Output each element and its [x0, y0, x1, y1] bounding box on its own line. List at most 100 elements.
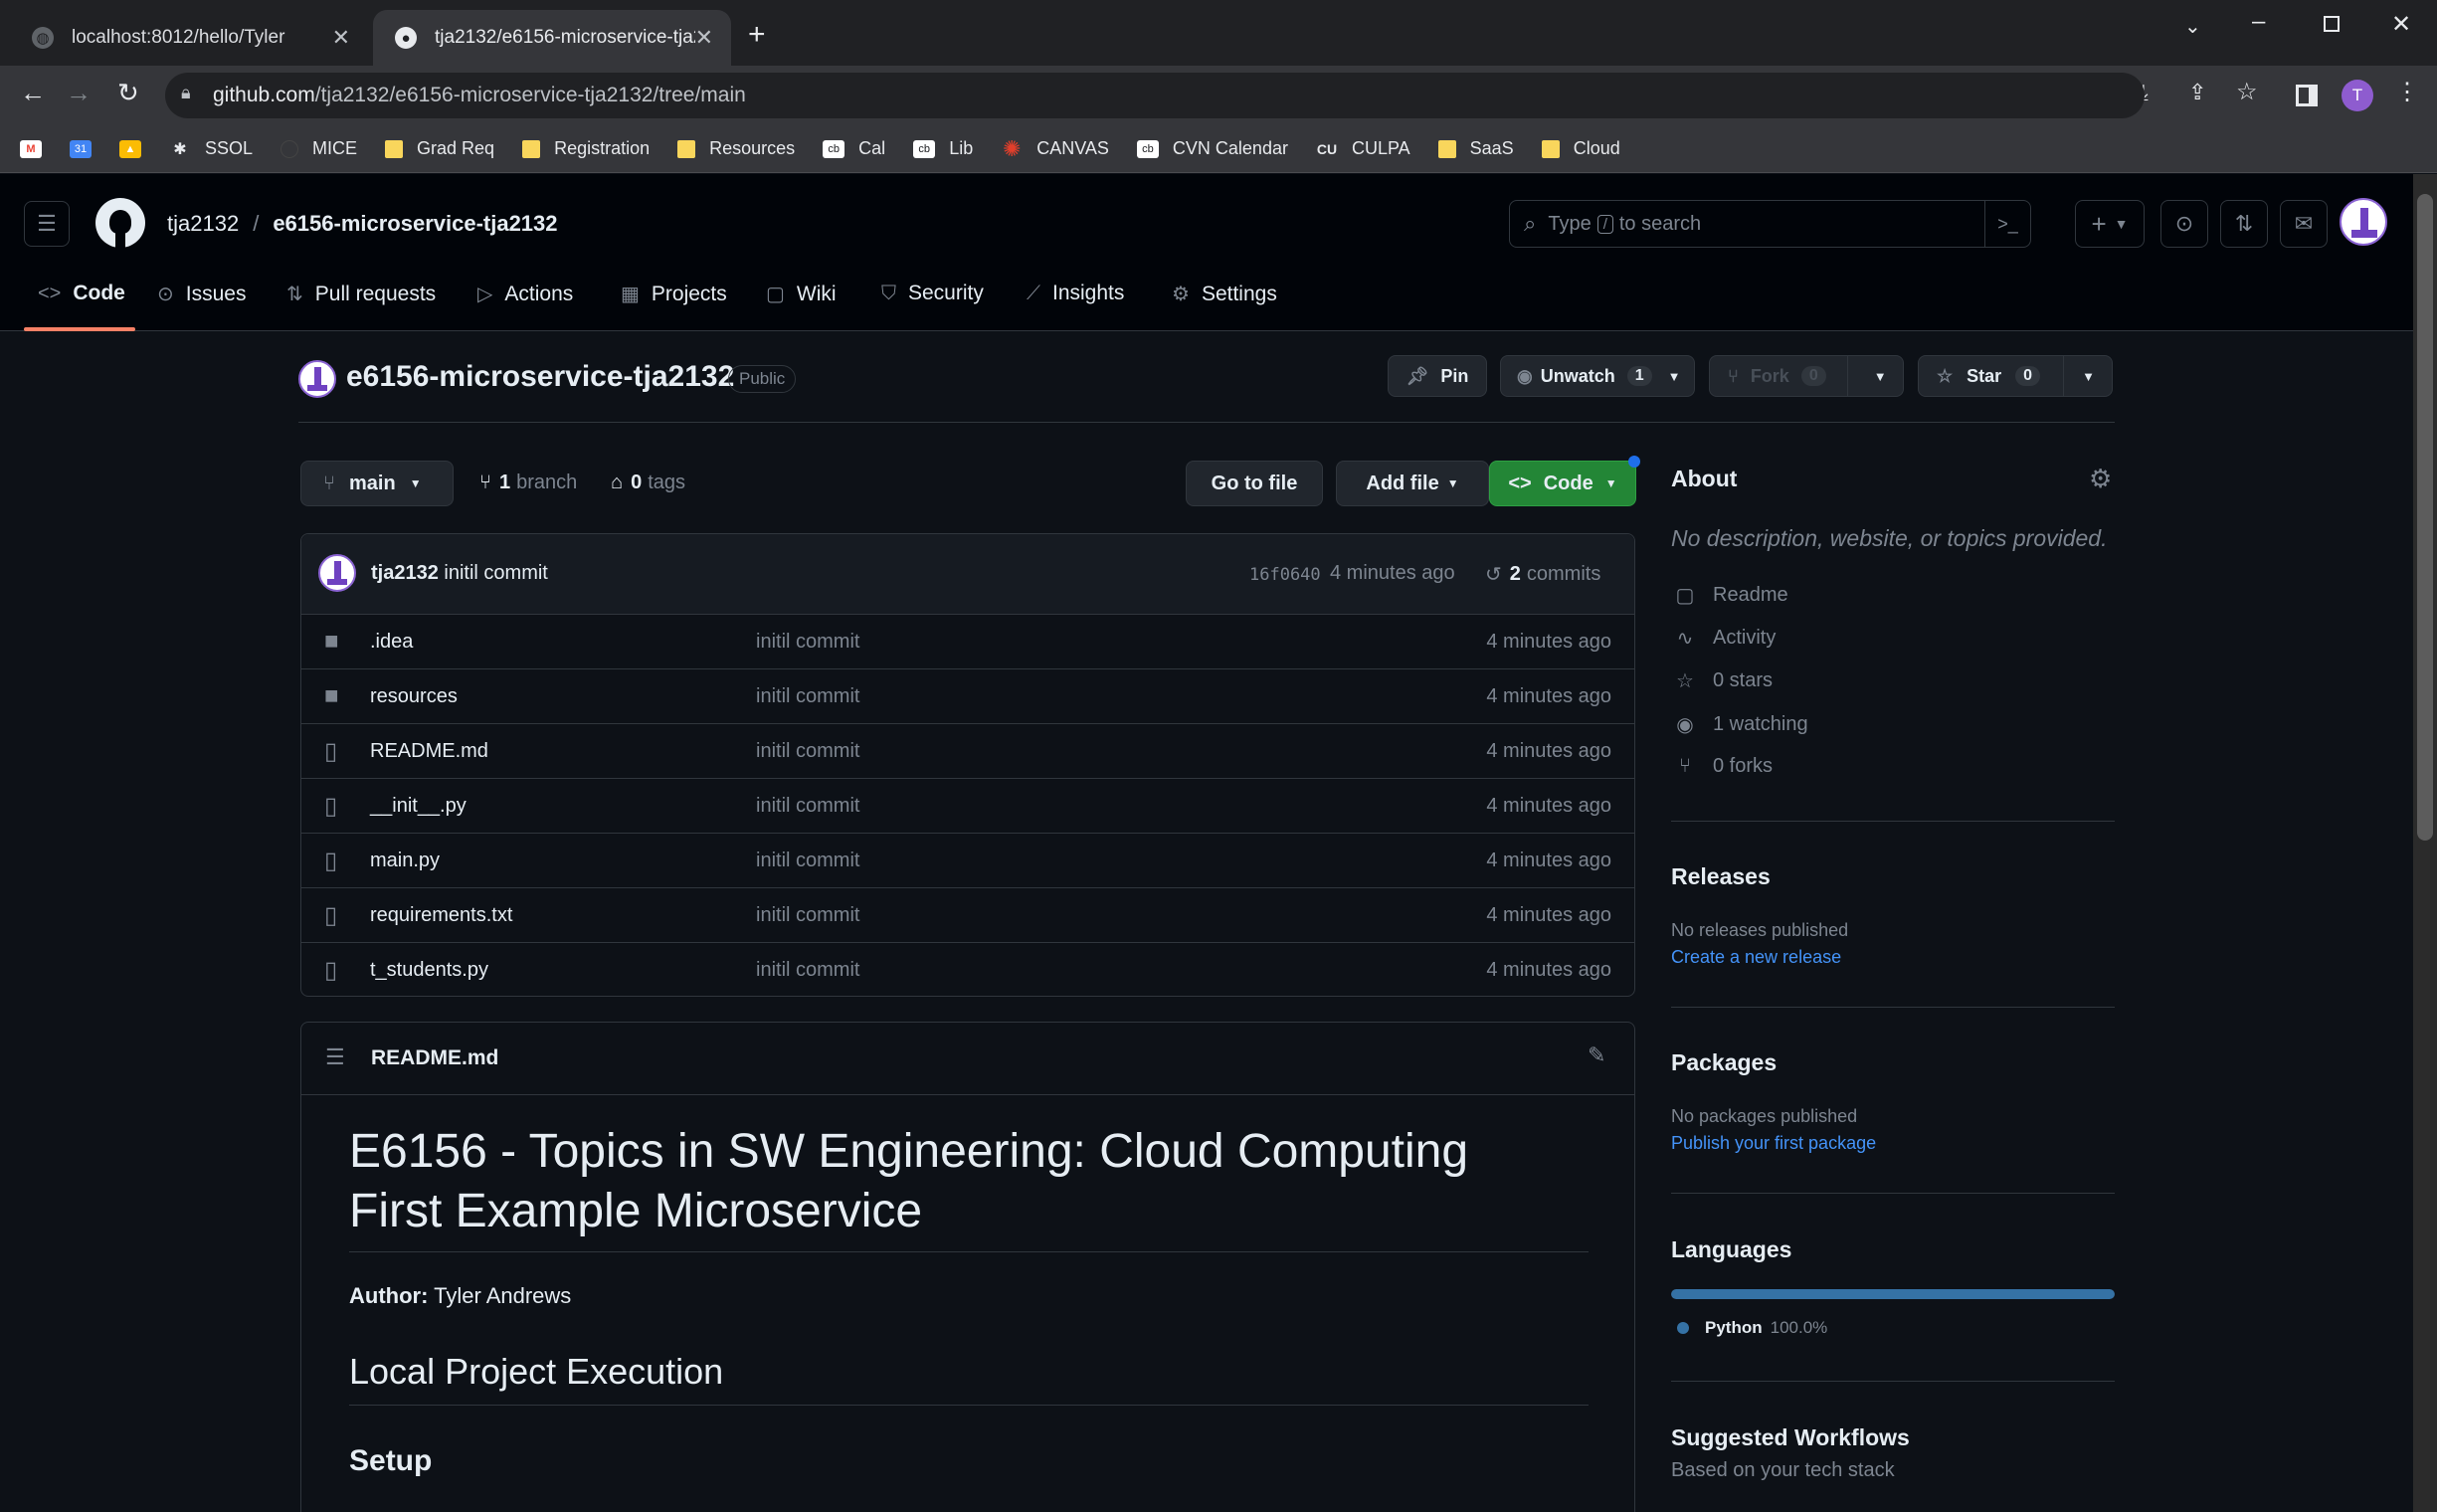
tag-icon: ⌂	[611, 472, 624, 493]
tab-security[interactable]: ⛉ Security	[881, 282, 984, 305]
hamburger-menu-icon[interactable]: ☰	[24, 201, 70, 247]
bookmark-culpa[interactable]: CU CULPA	[1316, 138, 1410, 159]
commit-sha[interactable]: 16f0640	[1249, 565, 1321, 585]
commit-message[interactable]: initil commit	[444, 562, 547, 584]
back-icon[interactable]: ←	[20, 78, 46, 108]
stars-link[interactable]: ☆ 0 stars	[1671, 668, 1773, 693]
search-input[interactable]: ⌕ Type / to search >_	[1509, 200, 2031, 248]
maximize-icon[interactable]	[2324, 16, 2340, 32]
tab-issues[interactable]: ⊙ Issues	[157, 282, 246, 306]
add-file-button[interactable]: Add file ▼	[1336, 461, 1489, 506]
url-path: /tja2132/e6156-microservice-tja2132/tree…	[314, 84, 746, 106]
fork-button[interactable]: ⑂ Fork 0 ▼	[1709, 355, 1904, 397]
share-icon[interactable]: ⇪	[2188, 80, 2206, 105]
commit-author[interactable]: tja2132	[371, 562, 439, 584]
gear-icon[interactable]: ⚙	[2089, 464, 2112, 494]
pin-button[interactable]: 📌︎ Pin	[1388, 355, 1487, 397]
tab-insights[interactable]: ⟋ Insights	[1027, 282, 1124, 305]
forward-icon[interactable]: →	[66, 78, 92, 108]
bookmarks-bar: M 31 ▲ ✱ SSOL MICE Grad Req Registration …	[0, 125, 2437, 173]
inbox-icon[interactable]: ✉	[2280, 200, 2328, 248]
bookmark-canvas[interactable]: ✺ CANVAS	[1001, 136, 1109, 161]
bookmark-saas[interactable]: SaaS	[1437, 138, 1514, 159]
pull-requests-icon[interactable]: ⇅	[2220, 200, 2268, 248]
divider	[349, 1405, 1589, 1406]
commit-author-avatar	[318, 554, 356, 592]
bookmark-cloud[interactable]: Cloud	[1541, 138, 1620, 159]
unwatch-button[interactable]: ◉ Unwatch 1 ▼	[1500, 355, 1695, 397]
bookmark-cvn-calendar[interactable]: cb CVN Calendar	[1136, 138, 1288, 159]
bookmark-resources[interactable]: Resources	[677, 138, 795, 159]
create-new-button[interactable]: + ▼	[2075, 200, 2145, 248]
close-tab-icon[interactable]: ✕	[695, 25, 713, 51]
bookmark-gmail[interactable]: M	[20, 139, 42, 158]
shield-icon: ⛉	[881, 282, 896, 304]
tab-projects[interactable]: ▦ Projects	[621, 282, 727, 306]
close-window-icon[interactable]: ✕	[2391, 10, 2411, 39]
file-row[interactable]: ■ resources initil commit 4 minutes ago	[300, 668, 1635, 723]
issues-icon[interactable]: ⊙	[2160, 200, 2208, 248]
code-button[interactable]: <> Code ▼	[1489, 461, 1636, 506]
bookmark-lib[interactable]: cb Lib	[913, 138, 973, 159]
tags-link[interactable]: ⌂ 0 tags	[611, 472, 685, 494]
language-python[interactable]: Python 100.0%	[1677, 1318, 1827, 1338]
command-palette-icon[interactable]: >_	[1984, 201, 2030, 247]
new-tab-icon[interactable]: +	[748, 18, 766, 52]
scrollbar-thumb[interactable]	[2417, 194, 2433, 841]
tab-code[interactable]: <> Code	[38, 282, 125, 305]
commits-link[interactable]: ↺ 2 commits	[1485, 562, 1600, 587]
notification-dot	[1628, 456, 1640, 468]
reload-icon[interactable]: ↻	[117, 78, 139, 108]
publish-package-link[interactable]: Publish your first package	[1671, 1133, 1876, 1154]
bookmark-keep[interactable]: ▲	[119, 139, 141, 158]
pencil-icon[interactable]: ✎	[1588, 1042, 1605, 1068]
close-tab-icon[interactable]: ✕	[332, 25, 350, 51]
file-row[interactable]: ▯ t_students.py initil commit 4 minutes ago	[300, 942, 1635, 997]
github-logo-icon[interactable]	[95, 198, 145, 248]
file-row[interactable]: ▯ requirements.txt initil commit 4 minutes …	[300, 887, 1635, 942]
list-icon[interactable]: ☰	[325, 1044, 345, 1070]
side-panel-icon[interactable]	[2296, 85, 2318, 106]
tab-wiki[interactable]: ▢ Wiki	[766, 282, 837, 306]
readme-filename[interactable]: README.md	[371, 1046, 498, 1070]
bookmark-grad-req[interactable]: Grad Req	[385, 138, 494, 159]
browser-tab-localhost[interactable]: ◍ localhost:8012/hello/Tyler ✕	[10, 10, 368, 66]
tab-settings[interactable]: ⚙ Settings	[1172, 282, 1277, 306]
browser-tab-bar: ◍ localhost:8012/hello/Tyler ✕ ● tja2132…	[0, 0, 2437, 66]
tab-pull-requests[interactable]: ⇅ Pull requests	[286, 282, 436, 306]
activity-link[interactable]: ∿ Activity	[1671, 626, 1777, 651]
tab-actions[interactable]: ▷ Actions	[477, 282, 573, 306]
user-avatar[interactable]	[2340, 198, 2387, 246]
packages-title[interactable]: Packages	[1671, 1049, 1777, 1076]
browser-menu-icon[interactable]: ⋮	[2395, 78, 2419, 106]
star-button[interactable]: ☆ Star 0 ▼	[1918, 355, 2113, 397]
watching-link[interactable]: ◉ 1 watching	[1671, 712, 1807, 737]
language-bar-python	[1671, 1289, 2115, 1299]
bookmark-ssol[interactable]: ✱ SSOL	[169, 138, 253, 159]
bookmark-mice[interactable]: MICE	[281, 138, 357, 159]
bookmark-cal[interactable]: cb Cal	[823, 138, 885, 159]
profile-avatar[interactable]: T	[2342, 80, 2373, 111]
branch-select-button[interactable]: ⑂ main ▼	[300, 461, 454, 506]
file-row[interactable]: ▯ main.py initil commit 4 minutes ago	[300, 833, 1635, 887]
create-release-link[interactable]: Create a new release	[1671, 947, 1841, 968]
file-row[interactable]: ▯ __init__.py initil commit 4 minutes ago	[300, 778, 1635, 833]
bookmark-registration[interactable]: Registration	[522, 138, 650, 159]
forks-link[interactable]: ⑂ 0 forks	[1671, 755, 1773, 778]
readme-link[interactable]: ▢ Readme	[1671, 583, 1788, 608]
file-row[interactable]: ■ .idea initil commit 4 minutes ago	[300, 614, 1635, 668]
releases-title[interactable]: Releases	[1671, 863, 1771, 890]
repo-title[interactable]: e6156-microservice-tja2132	[346, 360, 734, 394]
bookmark-star-icon[interactable]: ☆	[2236, 78, 2258, 106]
breadcrumb-owner[interactable]: tja2132	[167, 211, 239, 237]
branches-link[interactable]: ⑂ 1 branch	[479, 472, 577, 494]
file-row[interactable]: ▯ README.md initil commit 4 minutes ago	[300, 723, 1635, 778]
breadcrumb-repo[interactable]: e6156-microservice-tja2132	[273, 211, 557, 237]
bookmark-google-calendar[interactable]: 31	[70, 139, 92, 158]
minimize-icon[interactable]: –	[2252, 8, 2265, 36]
tab-search-chevron-icon[interactable]: ⌄	[2184, 14, 2201, 39]
browser-tab-github[interactable]: ● tja2132/e6156-microservice-tja2132 ✕	[373, 10, 731, 66]
go-to-file-button[interactable]: Go to file	[1186, 461, 1323, 506]
address-bar[interactable]: 🔒︎ github.com/tja2132/e6156-microservice…	[165, 73, 2145, 118]
owner-avatar	[298, 360, 336, 398]
